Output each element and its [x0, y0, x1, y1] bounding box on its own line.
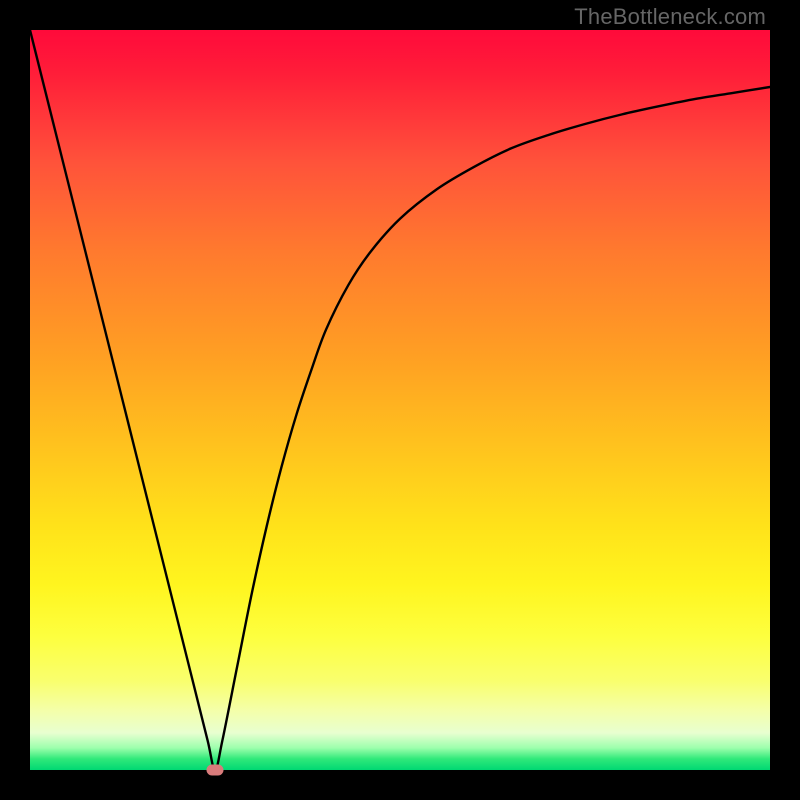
- curve-svg: [30, 30, 770, 770]
- chart-frame: TheBottleneck.com: [0, 0, 800, 800]
- plot-area: [30, 30, 770, 770]
- bottleneck-curve: [30, 30, 770, 770]
- optimal-point-marker: [207, 765, 224, 776]
- watermark-text: TheBottleneck.com: [574, 4, 766, 30]
